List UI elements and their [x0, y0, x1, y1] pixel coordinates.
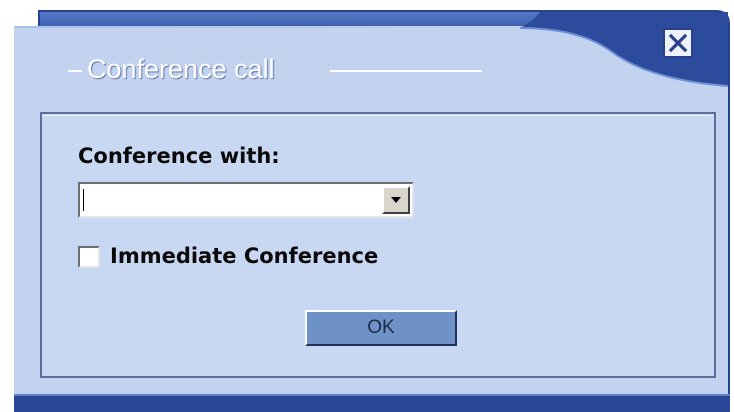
dialog-title: Conference call	[87, 54, 275, 84]
immediate-conference-label[interactable]: Immediate Conference	[110, 241, 378, 271]
close-x-icon	[668, 33, 688, 53]
immediate-conference-checkbox[interactable]	[78, 246, 100, 268]
ok-button[interactable]: OK	[305, 310, 457, 346]
text-caret	[83, 189, 84, 211]
conference-with-input[interactable]	[82, 186, 380, 214]
chevron-down-icon	[391, 197, 401, 203]
close-button[interactable]	[663, 28, 693, 58]
conference-with-combobox[interactable]	[78, 182, 414, 218]
conference-with-label: Conference with:	[78, 144, 280, 168]
dropdown-button[interactable]	[382, 186, 410, 214]
conference-call-dialog: Conference call Conference with: Immedia…	[0, 0, 734, 412]
